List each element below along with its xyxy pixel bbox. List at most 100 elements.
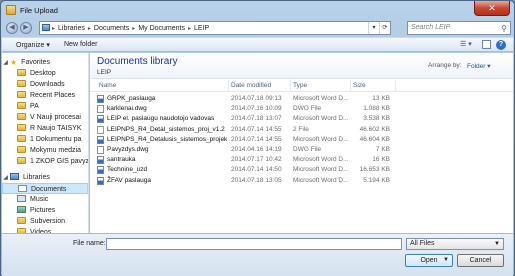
back-button[interactable]: ◀ <box>6 22 18 34</box>
file-type: Microsoft Word D... <box>293 156 349 164</box>
collapse-arrow-icon[interactable]: ◢ <box>2 58 9 68</box>
close-button[interactable]: ✕ <box>474 1 510 16</box>
breadcrumb-leip[interactable]: LEIP <box>191 25 212 32</box>
nav-item[interactable]: Mokymu medzia <box>2 145 88 156</box>
address-controls: ▾ ⟳ <box>368 22 390 34</box>
file-size: 16 KB <box>372 156 390 164</box>
library-header: Documents library LEIP Arrange by: Folde… <box>90 53 513 79</box>
file-size: 46.602 KB <box>359 125 390 133</box>
nav-item[interactable]: R Naujo TAISYK <box>2 123 88 134</box>
file-row[interactable]: karklenai.dwg 2014.07.16 10:09 DWG File 1.0… <box>90 104 513 114</box>
column-header-size[interactable]: Size <box>353 82 366 89</box>
file-name-label: File name: <box>73 240 106 247</box>
word-document-icon <box>97 135 104 144</box>
nav-item[interactable]: Documents <box>2 183 88 194</box>
nav-item[interactable]: V Nauji procesai <box>2 112 88 123</box>
file-type: Microsoft Word D... <box>293 166 349 174</box>
column-header-date[interactable]: Date modified <box>231 82 271 89</box>
column-divider[interactable] <box>228 80 229 91</box>
nav-item[interactable]: Downloads <box>2 79 88 90</box>
file-row[interactable]: santrauka 2014.07.17 10:42 Microsoft Word … <box>90 155 513 165</box>
folder-icon <box>17 146 26 153</box>
library-subtitle[interactable]: LEIP <box>97 69 111 76</box>
file-row[interactable]: LEIP el. paslaugu naudotojo vadovas 2014.… <box>90 114 513 124</box>
search-placeholder: Search LEIP <box>411 24 451 31</box>
folder-icon <box>6 5 16 15</box>
arrow-left-icon: ◀ <box>9 24 15 31</box>
file-row[interactable]: Technine_uzd 2014.07.14 14:50 Microsoft Wo… <box>90 165 513 175</box>
navigation-pane: ◢ ★ Favorites Desktop Downloads Recent Places… <box>2 53 89 233</box>
file-type-value: All Files <box>410 240 435 247</box>
nav-item[interactable]: Subversion <box>2 216 88 227</box>
chevron-down-icon[interactable]: ▼ <box>443 255 449 266</box>
nav-item[interactable]: ◢ Libraries <box>2 172 88 183</box>
nav-item-label: R Naujo TAISYK <box>30 125 82 132</box>
file-name: ŽFAV paslauga <box>107 176 151 184</box>
file-date: 2014.07.18 13:05 <box>231 176 282 184</box>
file-size: 16.653 KB <box>359 166 390 174</box>
folder-icon <box>17 80 26 87</box>
file-type: Microsoft Word D... <box>293 135 349 143</box>
organize-button[interactable]: Organize ▾ <box>16 41 50 49</box>
dropdown-arrow-icon[interactable]: ▾ <box>368 22 379 34</box>
column-header-type[interactable]: Type <box>293 82 307 89</box>
file-row[interactable]: LEIPNPS_R4_Detalusis_sistemos_projekta..… <box>90 135 513 145</box>
nav-item[interactable]: Desktop <box>2 68 88 79</box>
arrange-by-dropdown[interactable]: Folder ▾ <box>467 62 491 70</box>
title-bar[interactable]: File Upload ✕ <box>1 1 514 20</box>
library-icon <box>10 173 19 180</box>
file-row[interactable]: Pavyzdys.dwg 2014.04.16 14:19 DWG File 7 KB <box>90 145 513 155</box>
refresh-icon[interactable]: ⟳ <box>379 22 390 34</box>
chevron-down-icon: ▼ <box>494 241 500 247</box>
file-name: LEIPNPS_R4_Detal_sistemos_proj_v1.2 <box>107 125 225 133</box>
cancel-button[interactable]: Cancel <box>457 254 504 267</box>
address-bar[interactable]: ▸ Libraries ▸ Documents ▸ My Documents ▸… <box>39 21 391 35</box>
file-type-select[interactable]: All Files ▼ <box>406 238 504 250</box>
window-title: File Upload <box>20 6 58 15</box>
file-row[interactable]: GRPK_paslauga 2014.07.18 09:13 Microsoft W… <box>90 94 513 104</box>
folder-icon <box>17 102 26 109</box>
search-icon[interactable]: ⚲ <box>501 23 507 35</box>
nav-item[interactable]: Music <box>2 194 88 205</box>
nav-item[interactable]: Recent Places <box>2 90 88 101</box>
file-size: 46.604 KB <box>359 135 390 143</box>
breadcrumb-my-documents[interactable]: My Documents <box>135 25 188 32</box>
word-document-icon <box>97 95 104 103</box>
nav-item-label: 1 ZKOP GIS pavyz <box>30 158 88 165</box>
view-icon: ☰ ▾ <box>460 41 472 48</box>
file-date: 2014.07.16 10:09 <box>231 105 282 113</box>
column-divider[interactable] <box>290 80 291 91</box>
file-type: DWG File <box>293 146 322 153</box>
forward-button[interactable]: ▶ <box>20 22 32 34</box>
file-date: 2014.04.16 14:19 <box>231 146 282 153</box>
nav-item-label: Downloads <box>30 81 65 88</box>
collapse-arrow-icon[interactable]: ◢ <box>2 173 9 183</box>
command-bar: Organize ▾ New folder ☰ ▾ ? <box>2 37 513 52</box>
preview-pane-button[interactable] <box>482 40 491 49</box>
file-name: LEIP el. paslaugu naudotojo vadovas <box>107 115 215 123</box>
breadcrumb-libraries[interactable]: Libraries <box>55 25 88 32</box>
pictures-icon <box>17 206 26 213</box>
column-header-name[interactable]: Name <box>99 82 116 89</box>
column-divider[interactable] <box>350 80 351 91</box>
open-button[interactable]: Open ▼ <box>405 254 453 267</box>
dwg-file-icon <box>97 146 104 154</box>
nav-item[interactable]: Pictures <box>2 205 88 216</box>
nav-item[interactable]: 1 ZKOP GIS pavyz <box>2 156 88 167</box>
nav-item[interactable]: 1 Dokumentu pa <box>2 134 88 145</box>
file-date: 2014.07.14 14:55 <box>231 125 282 133</box>
nav-item[interactable]: PA <box>2 101 88 112</box>
file-row[interactable]: LEIPNPS_R4_Detal_sistemos_proj_v1.2 2014.… <box>90 125 513 135</box>
view-options-button[interactable]: ☰ ▾ <box>460 40 478 50</box>
breadcrumb-documents[interactable]: Documents <box>91 25 132 32</box>
new-folder-button[interactable]: New folder <box>64 41 97 48</box>
nav-item-label: Pictures <box>30 207 56 214</box>
column-divider[interactable] <box>395 80 396 91</box>
help-button[interactable]: ? <box>496 40 506 50</box>
file-name-input[interactable] <box>106 238 402 250</box>
file-row[interactable]: ŽFAV paslauga 2014.07.18 13:05 Microsoft W… <box>90 176 513 186</box>
file-size: 3.538 KB <box>363 115 390 123</box>
nav-item[interactable]: ◢ ★ Favorites <box>2 57 88 68</box>
documents-icon <box>18 185 27 192</box>
search-input[interactable]: Search LEIP ⚲ <box>407 21 511 35</box>
